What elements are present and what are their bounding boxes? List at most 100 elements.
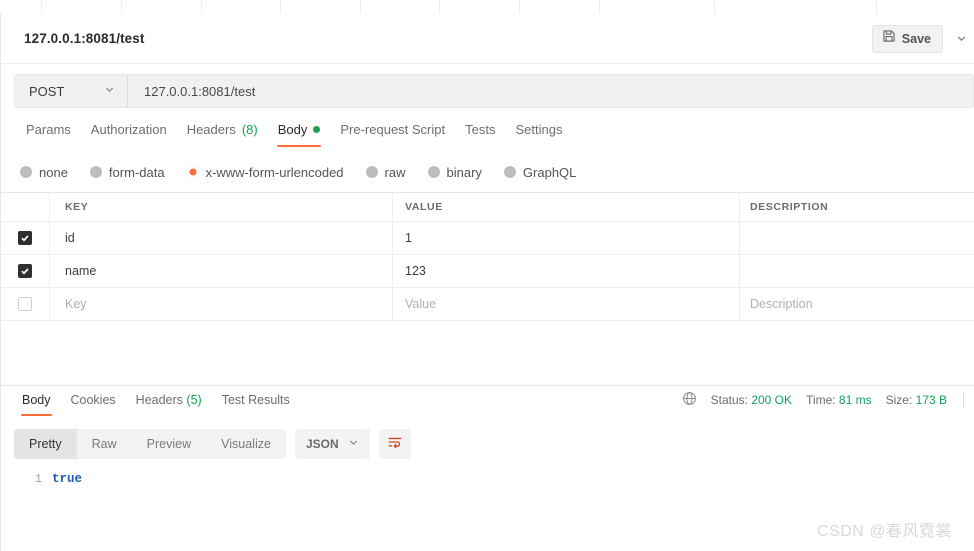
response-format-select[interactable]: JSON xyxy=(294,429,370,459)
response-tab-body-label: Body xyxy=(22,393,51,407)
body-type-graphql[interactable]: GraphQL xyxy=(503,165,576,180)
new-description-cell[interactable]: Description xyxy=(740,288,974,320)
radio-selected-icon xyxy=(186,166,199,178)
row-key-text: id xyxy=(65,231,75,245)
line-number: 1 xyxy=(34,472,42,486)
save-options-chevron[interactable] xyxy=(950,25,972,53)
row-value-cell[interactable]: 123 xyxy=(393,255,740,287)
tab-params[interactable]: Params xyxy=(16,120,81,147)
view-mode-raw[interactable]: Raw xyxy=(77,429,132,459)
tab-pre-request-script[interactable]: Pre-request Script xyxy=(330,120,455,147)
response-tab-headers-label: Headers xyxy=(135,393,183,407)
request-url-row: POST 127.0.0.1:8081/test xyxy=(0,64,974,118)
tab-authorization-label: Authorization xyxy=(90,122,167,137)
radio-icon xyxy=(503,166,516,178)
response-tab-headers[interactable]: Headers (5) xyxy=(126,386,212,416)
row-checkbox[interactable] xyxy=(17,297,32,311)
form-params-table: KEY VALUE DESCRIPTION id 1 name 123 Key … xyxy=(0,192,974,321)
new-description-placeholder: Description xyxy=(750,297,813,311)
view-mode-preview[interactable]: Preview xyxy=(132,429,206,459)
row-description-cell[interactable] xyxy=(740,255,974,287)
workspace-tab[interactable] xyxy=(520,0,600,14)
tab-headers-label: Headers xyxy=(186,122,236,137)
body-type-form-data-label: form-data xyxy=(108,164,165,180)
time-label: Time: xyxy=(806,393,836,407)
table-header-row: KEY VALUE DESCRIPTION xyxy=(0,193,974,222)
body-type-raw-label: raw xyxy=(384,164,406,180)
response-tab-cookies-label: Cookies xyxy=(70,393,116,407)
radio-icon xyxy=(427,166,440,178)
workspace-tab[interactable] xyxy=(202,0,281,14)
chevron-down-icon xyxy=(348,437,359,451)
tab-params-label: Params xyxy=(26,122,71,137)
header-value: VALUE xyxy=(393,193,740,221)
row-checkbox-cell xyxy=(0,222,50,254)
row-value-text: 123 xyxy=(405,264,426,278)
chevron-down-icon xyxy=(104,82,115,100)
workspace-tab[interactable] xyxy=(122,0,202,14)
table-row[interactable]: id 1 xyxy=(0,222,974,255)
title-actions: Save xyxy=(871,14,974,63)
request-tabs: Params Authorization Headers (8) Body Pr… xyxy=(0,120,974,152)
workspace-tab[interactable] xyxy=(42,0,122,14)
row-key-cell[interactable]: id xyxy=(50,222,393,254)
body-type-raw[interactable]: raw xyxy=(365,164,406,180)
view-mode-visualize-label: Visualize xyxy=(221,437,271,451)
response-tab-test-results[interactable]: Test Results xyxy=(212,386,300,416)
tab-authorization[interactable]: Authorization xyxy=(81,120,177,147)
response-status-bar: Status: 200 OK Time: 81 ms Size: 173 B xyxy=(682,391,964,409)
tab-settings[interactable]: Settings xyxy=(505,120,572,147)
save-button[interactable]: Save xyxy=(871,24,943,53)
response-format-value: JSON xyxy=(305,437,339,451)
body-type-form-data[interactable]: form-data xyxy=(89,164,165,180)
radio-icon xyxy=(365,166,378,178)
response-tab-body[interactable]: Body xyxy=(12,386,61,416)
status-divider xyxy=(963,392,964,408)
response-body-line: true xyxy=(52,472,83,486)
size-value: 173 B xyxy=(915,393,947,407)
status-badge: 200 OK xyxy=(751,393,793,407)
tab-pre-request-script-label: Pre-request Script xyxy=(340,122,446,137)
wrap-text-button[interactable] xyxy=(378,429,411,459)
tab-tests[interactable]: Tests xyxy=(455,120,505,147)
workspace-tab[interactable] xyxy=(281,0,361,14)
body-type-radio-group: none form-data x-www-form-urlencoded raw… xyxy=(0,158,974,186)
response-tab-test-results-label: Test Results xyxy=(221,393,290,407)
row-checkbox-cell xyxy=(0,255,50,287)
view-mode-pretty[interactable]: Pretty xyxy=(14,429,77,459)
page-title: 127.0.0.1:8081/test xyxy=(24,31,145,46)
watermark: CSDN @春风霓裳 xyxy=(816,523,952,540)
workspace-tab[interactable] xyxy=(877,0,974,14)
table-row[interactable]: name 123 xyxy=(0,255,974,288)
table-row-empty[interactable]: Key Value Description xyxy=(0,288,974,321)
view-mode-raw-label: Raw xyxy=(91,437,117,451)
body-type-none-label: none xyxy=(39,164,68,180)
row-checkbox[interactable] xyxy=(17,264,32,278)
workspace-tab[interactable] xyxy=(600,0,715,14)
workspace-tab[interactable] xyxy=(789,0,877,14)
tab-body[interactable]: Body xyxy=(268,120,331,147)
save-button-label: Save xyxy=(901,31,931,46)
tab-headers[interactable]: Headers (8) xyxy=(177,120,268,147)
body-type-none[interactable]: none xyxy=(20,165,68,180)
body-type-x-www-form-urlencoded[interactable]: x-www-form-urlencoded xyxy=(186,165,344,180)
row-checkbox[interactable] xyxy=(17,231,32,245)
workspace-tab[interactable] xyxy=(0,0,42,14)
new-value-cell[interactable]: Value xyxy=(393,288,740,320)
row-description-cell[interactable] xyxy=(740,222,974,254)
tab-body-label: Body xyxy=(277,122,308,137)
row-key-cell[interactable]: name xyxy=(50,255,393,287)
row-value-cell[interactable]: 1 xyxy=(393,222,740,254)
view-mode-visualize[interactable]: Visualize xyxy=(206,429,286,459)
floppy-disk-icon xyxy=(882,29,896,48)
http-method-select[interactable]: POST xyxy=(15,75,128,107)
workspace-tab-strip[interactable] xyxy=(0,0,974,14)
workspace-tab[interactable] xyxy=(361,0,440,14)
globe-icon xyxy=(682,391,697,409)
body-type-binary[interactable]: binary xyxy=(427,165,482,180)
response-tab-cookies[interactable]: Cookies xyxy=(61,386,126,416)
workspace-tab[interactable] xyxy=(440,0,520,14)
view-mode-pretty-label: Pretty xyxy=(29,437,62,451)
url-input[interactable]: 127.0.0.1:8081/test xyxy=(128,75,973,107)
new-key-cell[interactable]: Key xyxy=(50,288,393,320)
